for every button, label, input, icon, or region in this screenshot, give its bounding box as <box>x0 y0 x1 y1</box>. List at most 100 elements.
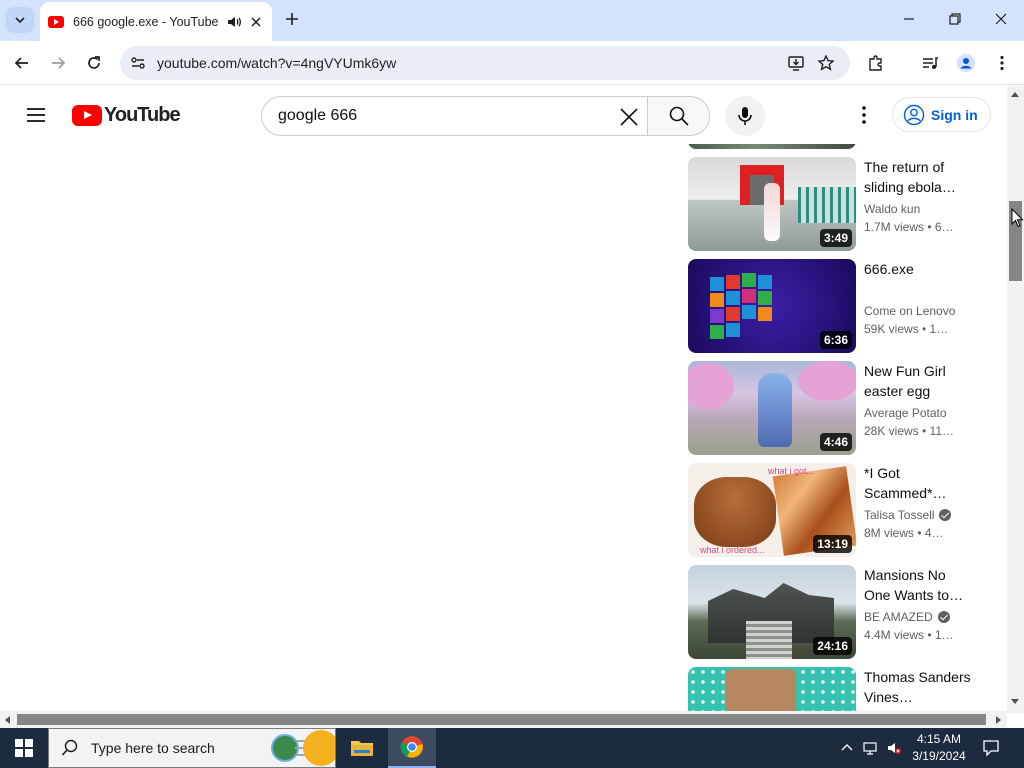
channel-name[interactable]: Average Potato <box>864 406 947 420</box>
video-title[interactable]: Thomas Sanders Vines… <box>864 667 972 707</box>
video-duration: 3:49 <box>819 229 852 247</box>
channel-name[interactable]: Come on Lenovo <box>864 304 955 318</box>
install-app-icon[interactable] <box>786 53 806 73</box>
related-video-item[interactable]: what i got... what i ordered... 13:19 *I… <box>688 463 978 557</box>
scroll-right-arrow-icon[interactable] <box>996 716 1001 724</box>
clock-time: 4:15 AM <box>916 732 962 746</box>
site-info-icon[interactable] <box>128 53 148 73</box>
browser-tabstrip: 666 google.exe - YouTube <box>0 0 1024 41</box>
video-title[interactable]: *I Got Scammed*… <box>864 463 972 503</box>
start-button[interactable] <box>0 728 48 768</box>
youtube-logo-icon <box>72 105 102 126</box>
minimize-icon[interactable] <box>899 9 919 29</box>
restore-icon[interactable] <box>945 9 965 29</box>
scroll-up-arrow-icon[interactable] <box>1011 92 1019 97</box>
browser-toolbar: youtube.com/watch?v=4ngVYUmk6yw <box>0 41 1024 85</box>
forward-arrow-icon[interactable] <box>48 53 68 73</box>
notification-center-icon[interactable] <box>982 739 1000 757</box>
search-button[interactable] <box>647 96 710 136</box>
folder-icon <box>351 741 373 756</box>
taskbar-search-box[interactable]: Type here to search <box>48 728 336 768</box>
related-video-item[interactable]: 3:49 The return of sliding ebola… Waldo … <box>688 157 978 251</box>
vertical-scrollbar[interactable] <box>1007 86 1024 713</box>
speaker-icon[interactable] <box>226 14 242 30</box>
tab-title: 666 google.exe - YouTube <box>73 14 219 29</box>
video-meta: 4.4M views • 1… <box>864 628 954 642</box>
voice-search-button[interactable] <box>725 96 765 136</box>
video-thumbnail[interactable]: 6:36 <box>688 259 856 353</box>
address-bar[interactable]: youtube.com/watch?v=4ngVYUmk6yw <box>120 46 850 80</box>
chevron-down-icon <box>15 17 25 24</box>
search-query[interactable]: google 666 <box>278 107 357 125</box>
channel-label: Average Potato <box>864 406 947 420</box>
video-thumbnail[interactable] <box>688 667 856 711</box>
close-tab-icon[interactable] <box>248 14 264 30</box>
search-icon <box>669 106 689 126</box>
video-title[interactable]: Mansions No One Wants to… <box>864 565 972 605</box>
channel-name[interactable]: BE AMAZED <box>864 610 950 624</box>
tab-search-button[interactable] <box>6 7 34 33</box>
back-arrow-icon[interactable] <box>12 53 32 73</box>
search-input[interactable]: google 666 <box>261 96 647 136</box>
scroll-down-arrow-icon[interactable] <box>1011 699 1019 704</box>
taskbar-search-placeholder: Type here to search <box>91 740 215 756</box>
video-title[interactable]: New Fun Girl easter egg <box>864 361 972 401</box>
youtube-logo[interactable]: YouTube <box>72 104 181 127</box>
system-clock[interactable]: 4:15 AM 3/19/2024 <box>906 731 972 765</box>
reload-icon[interactable] <box>84 53 104 73</box>
channel-label: Come on Lenovo <box>864 304 956 318</box>
related-video-item[interactable]: 24:16 Mansions No One Wants to… BE AMAZE… <box>688 565 978 659</box>
channel-label: Waldo kun <box>864 202 921 216</box>
clear-search-icon[interactable] <box>617 105 641 129</box>
related-video-item[interactable]: 4:46 New Fun Girl easter egg Average Pot… <box>688 361 978 455</box>
channel-name[interactable]: Waldo kun <box>864 202 920 216</box>
verified-badge-icon <box>939 509 952 521</box>
video-meta: 28K views • 11… <box>864 424 955 438</box>
sign-in-button[interactable]: Sign in <box>892 97 991 132</box>
youtube-logo-text: YouTube <box>104 104 181 126</box>
video-duration: 4:46 <box>819 433 852 451</box>
settings-more-icon[interactable] <box>852 103 876 127</box>
channel-name[interactable]: Talisa Tossell <box>864 508 952 522</box>
video-thumbnail[interactable]: what i got... what i ordered... 13:19 <box>688 463 856 557</box>
video-title[interactable]: 666.exe <box>864 259 972 279</box>
channel-label: Talisa Tossell <box>864 508 935 522</box>
video-duration: 13:19 <box>813 535 852 553</box>
profile-avatar-icon[interactable] <box>956 53 976 73</box>
url-text[interactable]: youtube.com/watch?v=4ngVYUmk6yw <box>157 55 396 71</box>
browser-menu-icon[interactable] <box>992 53 1012 73</box>
media-controls-icon[interactable] <box>920 53 940 73</box>
account-circle-icon <box>903 104 925 125</box>
chevron-up-icon[interactable] <box>839 740 855 756</box>
microphone-icon <box>738 107 752 125</box>
file-explorer-taskbar-button[interactable] <box>338 728 386 768</box>
video-duration: 6:36 <box>819 331 852 349</box>
search-highlight-art-icon <box>271 730 335 766</box>
related-video-item[interactable]: Thomas Sanders Vines… <box>688 667 978 711</box>
network-icon[interactable] <box>862 740 878 756</box>
video-thumbnail[interactable]: 4:46 <box>688 361 856 455</box>
bookmark-star-icon[interactable] <box>816 53 836 73</box>
browser-tab[interactable]: 666 google.exe - YouTube <box>40 2 272 41</box>
video-meta: 1.7M views • 6… <box>864 220 954 234</box>
close-window-icon[interactable] <box>991 9 1011 29</box>
verified-badge-icon <box>937 611 950 623</box>
chrome-taskbar-button[interactable] <box>388 728 436 768</box>
new-tab-icon[interactable] <box>282 9 302 29</box>
windows-logo-icon <box>15 739 33 757</box>
thumbnail-caption: what i got... <box>768 466 815 476</box>
related-video-item[interactable]: 6:36 666.exe Come on Lenovo 59K views • … <box>688 259 978 353</box>
hamburger-menu-icon[interactable] <box>24 103 48 127</box>
volume-muted-icon[interactable] <box>886 740 902 756</box>
scroll-left-arrow-icon[interactable] <box>5 716 10 724</box>
horizontal-scrollbar-thumb[interactable] <box>17 714 986 725</box>
clock-date: 3/19/2024 <box>912 749 966 763</box>
thumbnail-caption: what i ordered... <box>700 545 765 555</box>
channel-label: BE AMAZED <box>864 610 933 624</box>
extensions-icon[interactable] <box>866 53 886 73</box>
video-title[interactable]: The return of sliding ebola… <box>864 157 972 197</box>
video-thumbnail[interactable]: 3:49 <box>688 157 856 251</box>
windows-taskbar: Type here to search 4:15 AM 3/19/2024 <box>0 728 1024 768</box>
video-thumbnail[interactable]: 24:16 <box>688 565 856 659</box>
partial-video-thumbnail[interactable] <box>688 144 856 149</box>
